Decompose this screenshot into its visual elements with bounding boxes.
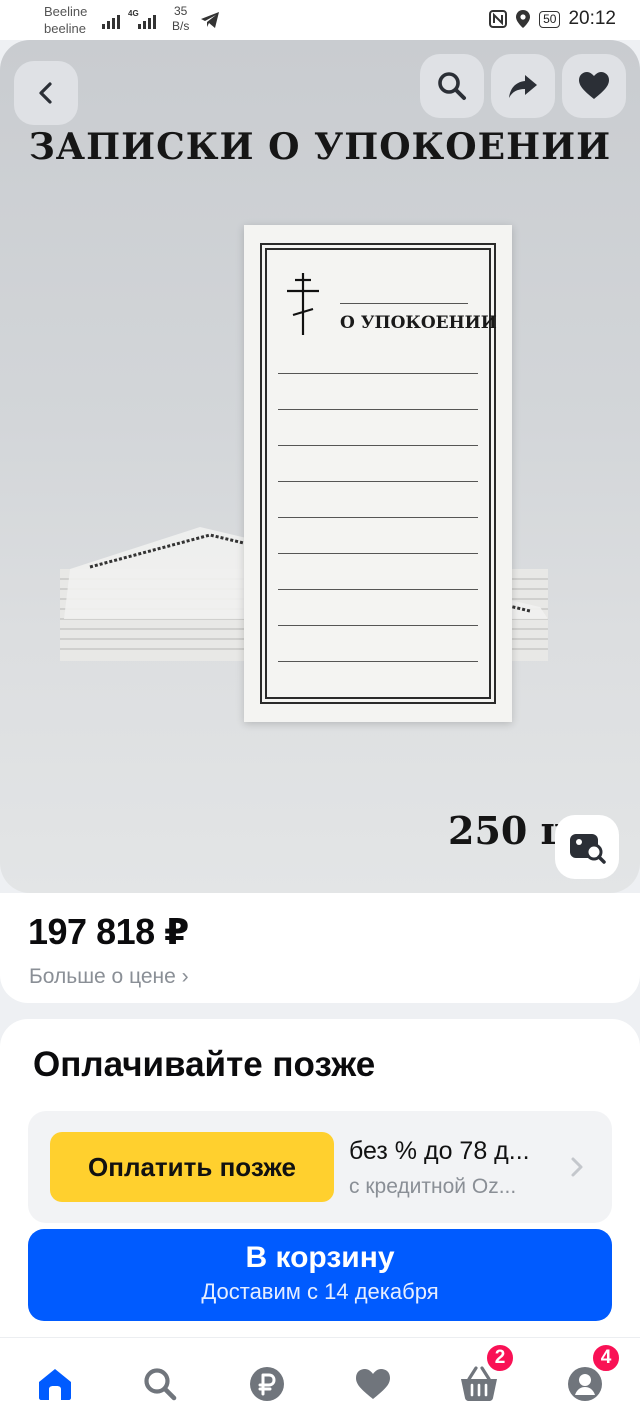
price-section: 197 818 ₽ Больше о цене ›: [0, 893, 640, 1003]
write-line: [278, 445, 478, 446]
telegram-icon: [201, 12, 219, 28]
pay-later-title: Оплачивайте позже: [33, 1045, 376, 1084]
search-icon: [438, 72, 466, 100]
heart-icon: [579, 72, 609, 99]
nav-catalog[interactable]: [138, 1362, 182, 1406]
clock: 20:12: [568, 8, 616, 29]
pay-later-terms: без % до 78 д...: [349, 1137, 530, 1165]
nav-profile[interactable]: 4: [563, 1343, 621, 1406]
status-right: 50 20:12: [489, 8, 616, 30]
pay-later-offer[interactable]: Оплатить позже без % до 78 д... с кредит…: [28, 1111, 612, 1223]
memorial-note-card: О УПОКОЕНИИ: [244, 225, 512, 722]
image-title-text: ЗАПИСКИ О УПОКОЕНИИ: [28, 126, 612, 168]
write-line: [278, 373, 478, 374]
search-icon: [144, 1368, 177, 1401]
nav-favorites[interactable]: [351, 1362, 395, 1406]
chevron-right-icon: [571, 1157, 583, 1177]
chevron-left-icon: [39, 82, 52, 104]
price-details-link[interactable]: Больше о цене ›: [29, 965, 189, 989]
favorite-button[interactable]: [562, 54, 626, 118]
network-speed: 35 B/s: [172, 4, 189, 34]
share-button[interactable]: [491, 54, 555, 118]
carrier-names: Beeline beeline: [44, 3, 87, 37]
nav-cart[interactable]: 2: [457, 1343, 515, 1406]
image-search-icon: [570, 834, 606, 864]
heart-icon: [356, 1369, 390, 1399]
status-bar: Beeline beeline 4G 35 B/s 50 20:12: [0, 0, 640, 40]
carrier-1: Beeline: [44, 4, 88, 19]
back-button[interactable]: [14, 61, 78, 125]
nfc-icon: [489, 10, 508, 28]
delivery-date: Доставим с 14 декабря: [201, 1279, 439, 1304]
pay-later-card-info: с кредитной Oz...: [349, 1175, 517, 1198]
ruble-icon: [250, 1367, 284, 1401]
search-button[interactable]: [420, 54, 484, 118]
write-line: [278, 625, 478, 626]
cart-badge: 2: [485, 1343, 515, 1373]
bottom-navigation: 2 4: [0, 1337, 640, 1423]
signal-1-icon: [102, 9, 120, 29]
write-line: [278, 553, 478, 554]
price-value: 197 818 ₽: [28, 911, 189, 952]
add-to-cart-button[interactable]: В корзину Доставим с 14 декабря: [28, 1229, 612, 1321]
signal-2-icon: [138, 9, 156, 29]
pay-later-button[interactable]: Оплатить позже: [50, 1132, 334, 1202]
location-icon: [516, 10, 531, 28]
home-icon: [39, 1369, 71, 1400]
share-icon: [509, 75, 537, 98]
product-gallery[interactable]: ЗАПИСКИ О УПОКОЕНИИ О УПОКОЕНИИ 250 ш: [0, 40, 640, 893]
speed-value: 35: [173, 4, 188, 18]
write-line: [278, 409, 478, 410]
add-to-cart-label: В корзину: [245, 1241, 395, 1274]
profile-badge: 4: [591, 1343, 621, 1373]
carrier-2: beeline: [44, 21, 86, 36]
write-line: [278, 661, 478, 662]
nav-finance[interactable]: [245, 1362, 289, 1406]
battery-icon: 50: [539, 10, 561, 28]
name-line: [340, 303, 468, 304]
write-line: [278, 517, 478, 518]
nav-home[interactable]: [33, 1362, 77, 1406]
write-line: [278, 481, 478, 482]
image-search-button[interactable]: [555, 815, 619, 879]
card-label-text: О УПОКОЕНИИ: [340, 313, 497, 333]
speed-unit: B/s: [172, 19, 190, 33]
orthodox-cross-icon: [287, 273, 319, 335]
write-line: [278, 589, 478, 590]
